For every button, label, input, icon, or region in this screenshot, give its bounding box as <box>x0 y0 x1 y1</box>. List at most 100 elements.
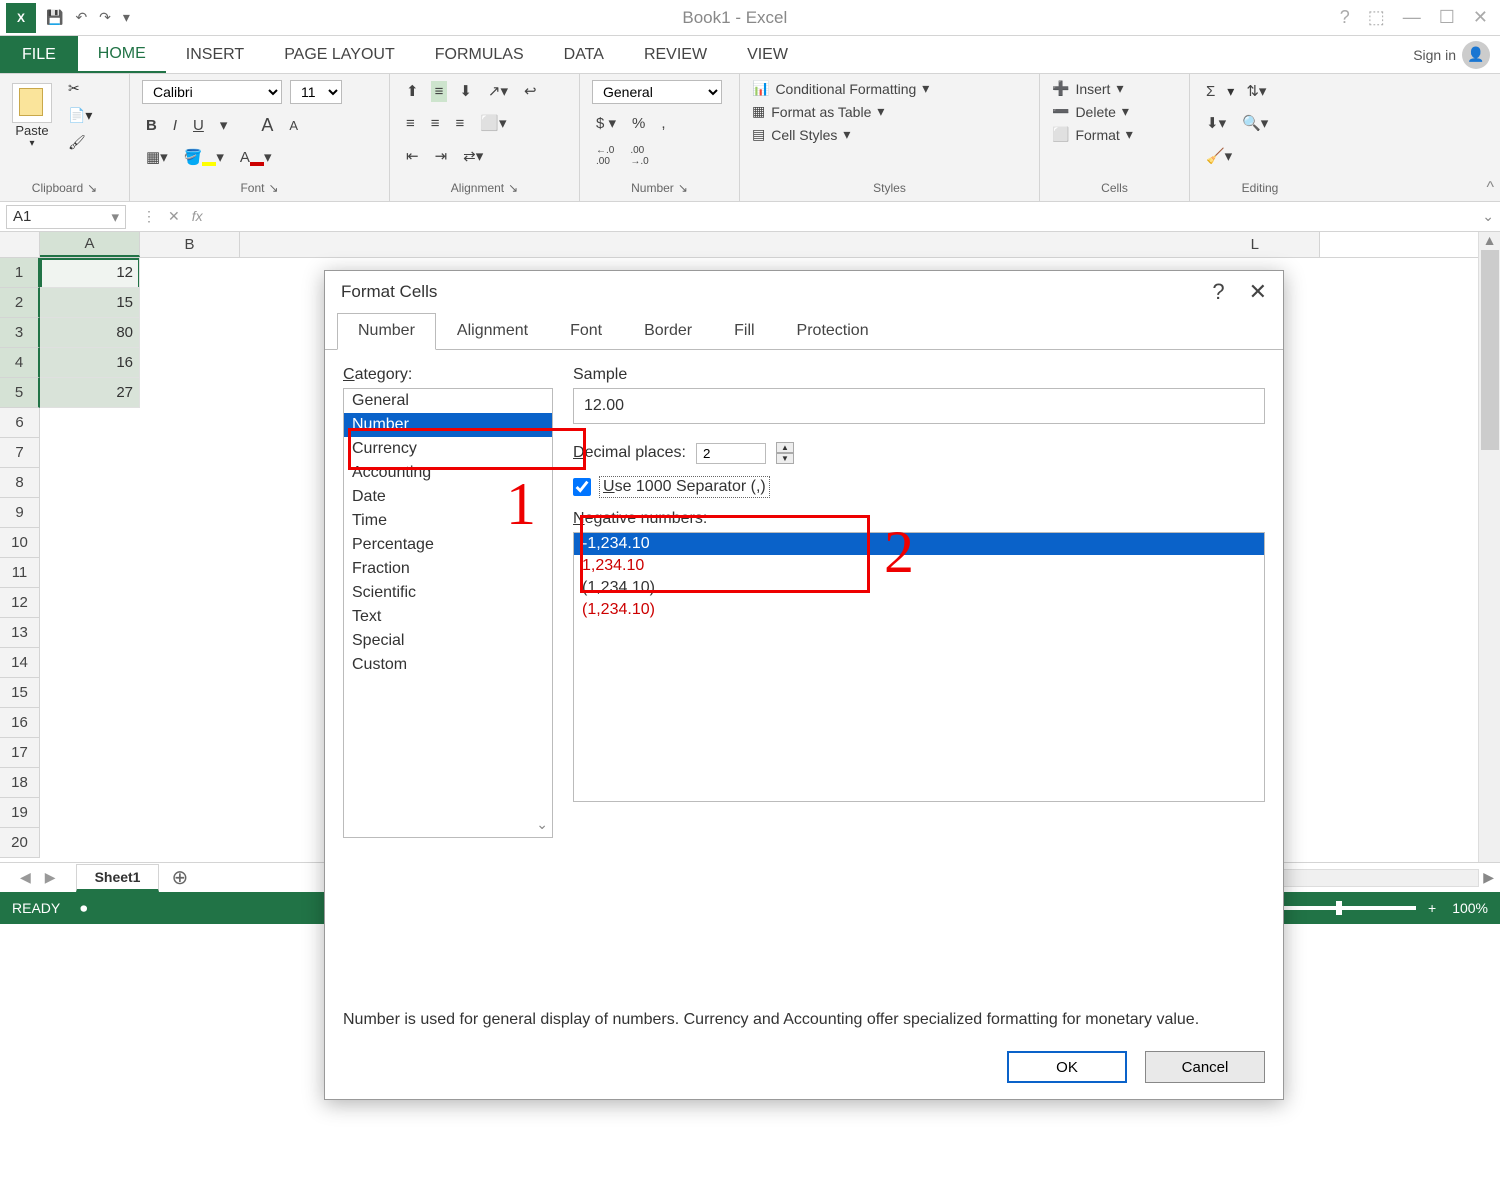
cell-styles-button[interactable]: ▤ Cell Styles ▾ <box>752 126 1027 143</box>
category-item-special[interactable]: Special <box>344 629 552 653</box>
column-header-b[interactable]: B <box>140 232 240 257</box>
find-button[interactable]: 🔍▾ <box>1238 112 1272 134</box>
fill-button[interactable]: ⬇▾ <box>1202 112 1230 134</box>
align-right-icon[interactable]: ≡ <box>452 113 469 134</box>
row-header-4[interactable]: 4 <box>0 348 40 378</box>
sheet-nav-prev-icon[interactable]: ◀ <box>20 869 31 886</box>
dialog-launcher-icon[interactable]: ↘ <box>508 181 518 195</box>
number-format-select[interactable]: General <box>592 80 722 104</box>
row-header-6[interactable]: 6 <box>0 408 40 438</box>
fb-cancel-icon[interactable]: ⋮ <box>142 208 156 225</box>
cell-a1[interactable]: 12 <box>40 258 140 288</box>
negative-item-1[interactable]: 1,234.10 <box>574 555 1264 577</box>
row-header-5[interactable]: 5 <box>0 378 40 408</box>
add-sheet-button[interactable]: ⊕ <box>171 865 188 890</box>
fill-color-button[interactable]: 🪣▾ <box>180 146 228 168</box>
decimal-spinner-down-icon[interactable]: ▼ <box>776 453 794 464</box>
align-center-icon[interactable]: ≡ <box>427 113 444 134</box>
dialog-tab-font[interactable]: Font <box>549 313 623 349</box>
negative-item-0[interactable]: -1,234.10 <box>574 533 1264 555</box>
dialog-tab-alignment[interactable]: Alignment <box>436 313 549 349</box>
zoom-level[interactable]: 100% <box>1452 900 1488 916</box>
category-item-scientific[interactable]: Scientific <box>344 581 552 605</box>
percent-button[interactable]: % <box>628 113 649 134</box>
currency-button[interactable]: $ ▾ <box>592 112 620 134</box>
insert-cells-button[interactable]: ➕ Insert ▾ <box>1052 80 1177 97</box>
decimal-spinner-up-icon[interactable]: ▲ <box>776 442 794 453</box>
row-header-17[interactable]: 17 <box>0 738 40 768</box>
tab-file[interactable]: FILE <box>0 36 78 73</box>
negative-numbers-list[interactable]: -1,234.10 1,234.10 (1,234.10) (1,234.10) <box>573 532 1265 802</box>
dialog-launcher-icon[interactable]: ↘ <box>268 181 278 195</box>
dialog-tab-fill[interactable]: Fill <box>713 313 775 349</box>
increase-indent-icon[interactable]: ⇥ <box>431 145 452 167</box>
row-header-11[interactable]: 11 <box>0 558 40 588</box>
shrink-font-button[interactable]: A <box>285 116 302 135</box>
category-scroll-down-icon[interactable]: ⌄ <box>536 816 548 833</box>
row-header-1[interactable]: 1 <box>0 258 40 288</box>
column-header-a[interactable]: A <box>40 232 140 257</box>
dialog-launcher-icon[interactable]: ↘ <box>87 181 97 195</box>
merge-icon[interactable]: ⬜▾ <box>476 112 510 134</box>
category-item-time[interactable]: Time <box>344 509 552 533</box>
font-name-select[interactable]: Calibri <box>142 80 282 104</box>
row-header-15[interactable]: 15 <box>0 678 40 708</box>
category-item-currency[interactable]: Currency <box>344 437 552 461</box>
cut-icon[interactable]: ✂ <box>68 80 92 97</box>
category-item-general[interactable]: General <box>344 389 552 413</box>
ok-button[interactable]: OK <box>1007 1051 1127 1083</box>
comma-button[interactable]: , <box>657 113 669 134</box>
tab-view[interactable]: VIEW <box>727 36 808 73</box>
dialog-help-icon[interactable]: ? <box>1212 279 1224 305</box>
underline-button[interactable]: U <box>189 115 208 136</box>
category-item-number[interactable]: Number <box>344 413 552 437</box>
macro-record-icon[interactable]: ⏺ <box>80 900 87 917</box>
qat-dropdown-icon[interactable]: ▾ <box>123 9 130 26</box>
format-cells-button[interactable]: ⬜ Format ▾ <box>1052 126 1177 143</box>
row-header-16[interactable]: 16 <box>0 708 40 738</box>
maximize-icon[interactable]: ☐ <box>1439 7 1455 28</box>
delete-cells-button[interactable]: ➖ Delete ▾ <box>1052 103 1177 120</box>
format-as-table-button[interactable]: ▦ Format as Table ▾ <box>752 103 1027 120</box>
autosum-button[interactable]: Σ <box>1202 81 1219 102</box>
cancel-button[interactable]: Cancel <box>1145 1051 1265 1083</box>
wrap-text-icon[interactable]: ↩ <box>520 80 541 102</box>
select-all-corner[interactable] <box>0 232 40 257</box>
tab-insert[interactable]: INSERT <box>166 36 264 73</box>
underline-dropdown-icon[interactable]: ▾ <box>216 114 232 136</box>
format-painter-icon[interactable]: 🖌 <box>68 134 92 151</box>
hscroll-right-icon[interactable]: ▶ <box>1483 869 1494 886</box>
fx-icon[interactable]: fx <box>192 208 203 225</box>
negative-item-3[interactable]: (1,234.10) <box>574 599 1264 621</box>
cell-a2[interactable]: 15 <box>40 288 140 318</box>
thousand-separator-checkbox[interactable] <box>573 478 591 496</box>
category-item-accounting[interactable]: Accounting <box>344 461 552 485</box>
category-item-percentage[interactable]: Percentage <box>344 533 552 557</box>
row-header-18[interactable]: 18 <box>0 768 40 798</box>
tab-review[interactable]: REVIEW <box>624 36 727 73</box>
align-bottom-icon[interactable]: ⬇ <box>455 80 476 102</box>
sheet-tab-sheet1[interactable]: Sheet1 <box>76 864 160 892</box>
category-list[interactable]: General Number Currency Accounting Date … <box>343 388 553 838</box>
sort-filter-button[interactable]: ⇅▾ <box>1242 80 1270 102</box>
column-header-l[interactable]: L <box>240 232 1320 257</box>
conditional-formatting-button[interactable]: 📊 Conditional Formatting ▾ <box>752 80 1027 97</box>
fb-enter-icon[interactable]: ✕ <box>168 208 180 225</box>
category-item-date[interactable]: Date <box>344 485 552 509</box>
save-icon[interactable]: 💾 <box>46 9 63 26</box>
ribbon-options-icon[interactable]: ⬚ <box>1368 7 1385 28</box>
decrease-decimal-icon[interactable]: .00→.0 <box>626 143 652 169</box>
dialog-tab-protection[interactable]: Protection <box>776 313 890 349</box>
tab-data[interactable]: DATA <box>544 36 624 73</box>
font-color-button[interactable]: A▾ <box>236 146 276 168</box>
clear-button[interactable]: 🧹▾ <box>1202 145 1236 167</box>
paste-icon[interactable] <box>12 83 52 123</box>
decimal-places-input[interactable] <box>696 443 766 464</box>
align-middle-icon[interactable]: ≡ <box>431 81 448 102</box>
negative-item-2[interactable]: (1,234.10) <box>574 577 1264 599</box>
dialog-close-icon[interactable]: ✕ <box>1249 279 1267 305</box>
dialog-launcher-icon[interactable]: ↘ <box>678 181 688 195</box>
tab-page-layout[interactable]: PAGE LAYOUT <box>264 36 415 73</box>
cell-a4[interactable]: 16 <box>40 348 140 378</box>
increase-decimal-icon[interactable]: ←.0.00 <box>592 143 618 169</box>
